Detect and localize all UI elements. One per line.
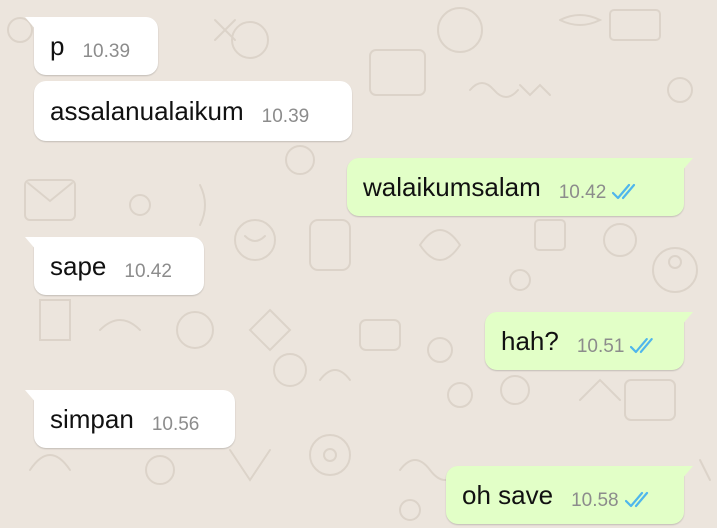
message-timestamp: 10.51 xyxy=(576,335,625,357)
incoming-message-bubble[interactable]: simpan 10.56 xyxy=(25,390,235,448)
message-text: hah? xyxy=(501,326,559,356)
message-text: sape xyxy=(50,251,107,281)
incoming-message-bubble[interactable]: p 10.39 xyxy=(25,17,158,75)
chat-message-list: p 10.39 assalanualaikum 10.39 walaikumsa… xyxy=(0,0,717,528)
outgoing-message-bubble[interactable]: walaikumsalam 10.42 xyxy=(347,158,693,216)
incoming-message-bubble[interactable]: sape 10.42 xyxy=(25,237,204,295)
message-timestamp: 10.56 xyxy=(151,413,200,435)
incoming-message-bubble[interactable]: assalanualaikum 10.39 xyxy=(34,81,352,141)
read-ticks-icon xyxy=(630,338,654,354)
outgoing-message-bubble[interactable]: oh save 10.58 xyxy=(446,466,693,524)
message-timestamp: 10.42 xyxy=(558,181,607,203)
read-ticks-icon xyxy=(624,491,648,508)
message-timestamp: 10.39 xyxy=(82,40,131,62)
message-timestamp: 10.42 xyxy=(124,260,172,282)
message-timestamp: 10.39 xyxy=(261,105,310,127)
message-text: p xyxy=(50,31,65,61)
message-text: simpan xyxy=(50,404,134,434)
message-text: walaikumsalam xyxy=(363,172,541,202)
message-text: assalanualaikum xyxy=(50,96,244,126)
message-text: oh save xyxy=(462,480,554,510)
outgoing-message-bubble[interactable]: hah? 10.51 xyxy=(485,312,693,370)
message-timestamp: 10.58 xyxy=(571,489,619,511)
read-ticks-icon xyxy=(612,183,636,200)
